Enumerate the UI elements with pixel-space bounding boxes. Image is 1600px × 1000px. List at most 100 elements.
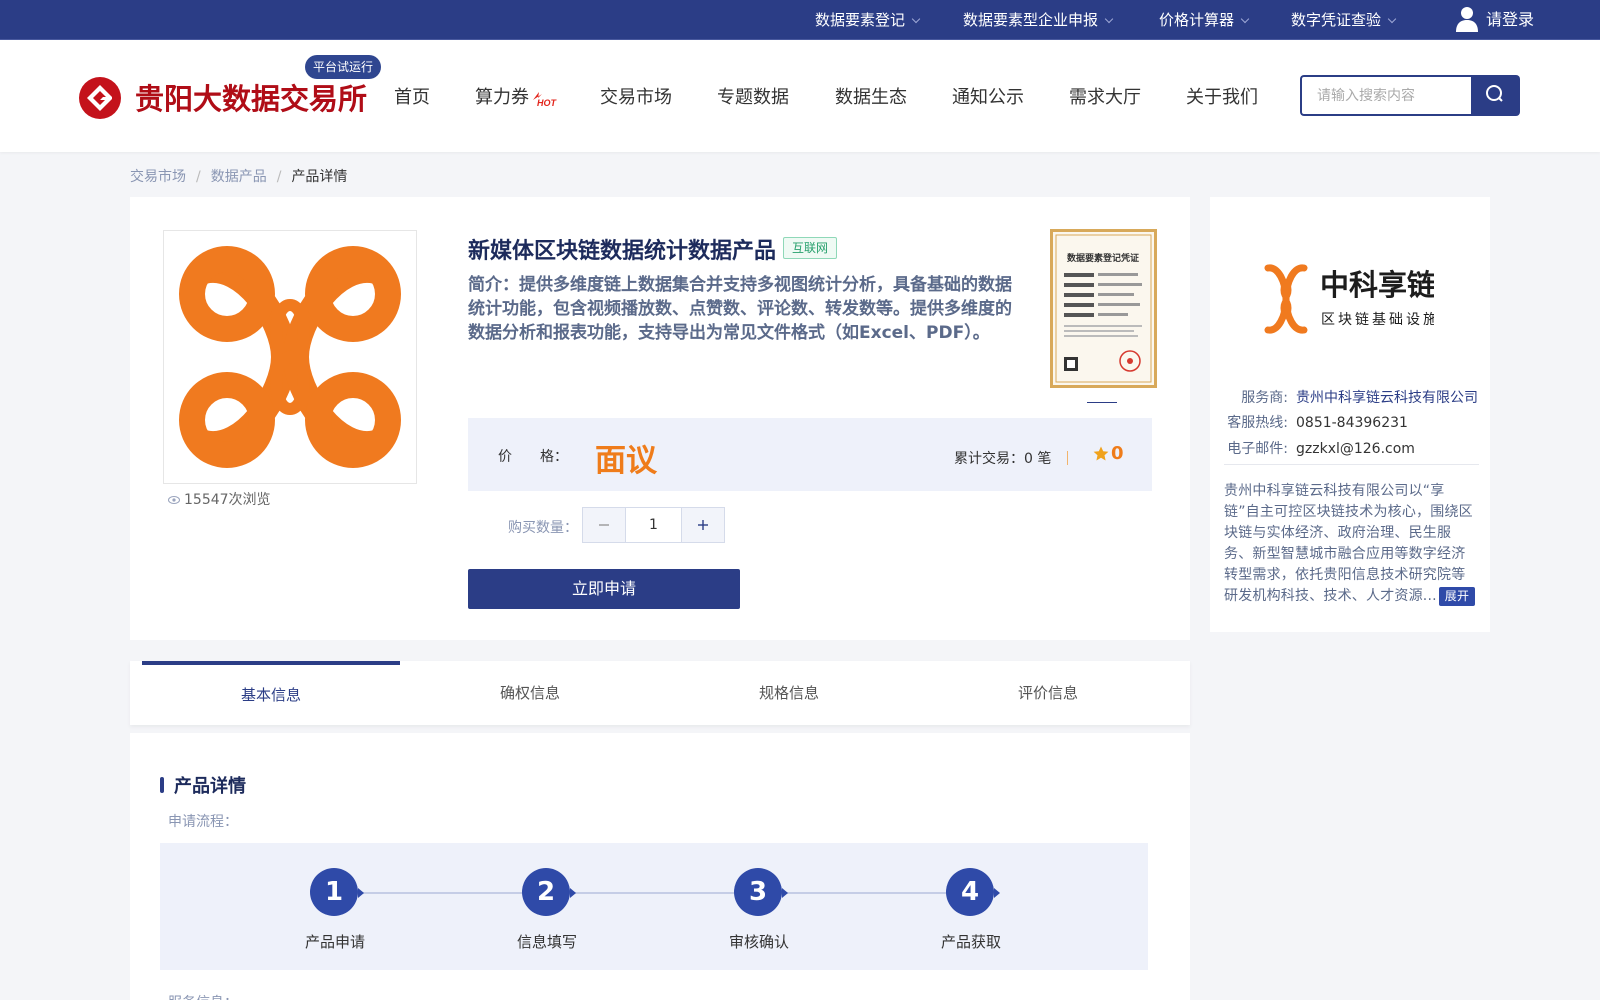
view-count-text: 15547次浏览 — [184, 492, 271, 508]
carousel-indicator[interactable] — [1087, 402, 1117, 403]
rating-score: 0 — [1111, 443, 1124, 464]
cumulative-trades: 累计交易：0 笔 — [954, 448, 1051, 468]
tab-basic-info[interactable]: 基本信息 — [142, 661, 400, 725]
divider — [1067, 451, 1068, 465]
vendor-label: 服务商: — [1241, 390, 1288, 406]
tab-review-info[interactable]: 评价信息 — [919, 661, 1177, 725]
email-row: 电子邮件: gzzkxl@126.com — [1224, 438, 1415, 458]
nav-data-ecosystem[interactable]: 数据生态 — [835, 83, 907, 109]
provider-description: 贵州中科享链云科技有限公司以“享链”自主可控区块链技术为核心，围绕区块链与实体经… — [1224, 481, 1478, 607]
breadcrumb-separator: / — [276, 169, 282, 185]
product-intro: 简介：提供多维度链上数据集合并支持多视图统计分析，具备基础的数据统计功能，包含视… — [468, 275, 1012, 343]
section-marker — [160, 777, 164, 793]
hotline-value: 0851-84396231 — [1296, 415, 1408, 431]
svg-text:HOT: HOT — [537, 98, 557, 108]
product-title: 新媒体区块链数据统计数据产品 — [468, 239, 777, 264]
expand-button[interactable]: 展开 — [1438, 587, 1476, 606]
detail-tabs: 基本信息 确权信息 规格信息 评价信息 — [130, 661, 1190, 725]
price-value: 面议 — [595, 443, 657, 479]
vendor-row: 服务商: 贵州中科享链云科技有限公司 — [1224, 387, 1478, 407]
divider — [1224, 464, 1479, 465]
chevron-down-icon — [1104, 14, 1114, 24]
step-label: 产品获取 — [940, 933, 1001, 951]
chevron-down-icon — [1387, 14, 1397, 24]
increase-button[interactable] — [682, 508, 724, 542]
login-link[interactable]: 请登录 — [1486, 0, 1534, 40]
view-count: 15547次浏览 — [168, 489, 271, 509]
brand-logo-icon[interactable] — [79, 77, 121, 119]
provider-logo: 中科享链 区块链基础设施 — [1264, 264, 1434, 334]
certificate-thumbnail[interactable]: 数据要素登记凭证 — [1050, 229, 1157, 388]
user-icon[interactable] — [1456, 6, 1478, 32]
topbar-enterprise-declaration[interactable]: 数据要素型企业申报 — [963, 0, 1114, 40]
trade-unit: 笔 — [1037, 451, 1052, 467]
chevron-down-icon — [1240, 14, 1250, 24]
trade-count: 0 — [1024, 451, 1033, 467]
flow-label: 申请流程： — [168, 814, 238, 830]
hot-badge-icon: HOT — [533, 92, 557, 108]
step-badge: 3 — [734, 868, 788, 916]
tab-spec-info[interactable]: 规格信息 — [660, 661, 918, 725]
step-label: 产品申请 — [304, 933, 365, 951]
industry-tag: 互联网 — [783, 237, 838, 259]
search-icon — [1486, 85, 1503, 102]
chevron-down-icon — [911, 14, 921, 24]
price-label: 价 格： — [498, 449, 568, 465]
eye-icon — [168, 496, 180, 504]
search-input[interactable] — [1300, 75, 1472, 116]
hotline-row: 客服热线: 0851-84396231 — [1224, 412, 1408, 432]
nav-topic-data[interactable]: 专题数据 — [717, 83, 789, 109]
brand-name[interactable]: 贵阳大数据交易所 — [135, 76, 367, 118]
breadcrumb-current: 产品详情 — [291, 169, 348, 185]
email-value: gzzkxl@126.com — [1296, 441, 1415, 457]
minus-icon — [599, 524, 609, 526]
provider-description-text: 贵州中科享链云科技有限公司以“享链”自主可控区块链技术为核心，围绕区块链与实体经… — [1224, 483, 1473, 604]
step-badge: 4 — [946, 868, 1000, 916]
topbar-item-label: 数据要素登记 — [815, 11, 906, 29]
product-logo-icon — [179, 246, 401, 468]
svg-text:区块链基础设施: 区块链基础设施 — [1321, 311, 1434, 328]
tab-ownership-info[interactable]: 确权信息 — [401, 661, 659, 725]
section-title: 产品详情 — [174, 776, 246, 797]
decrease-button[interactable] — [583, 508, 625, 542]
quantity-stepper: 1 — [582, 507, 725, 543]
nav-trading-market[interactable]: 交易市场 — [600, 83, 672, 109]
step-label: 信息填写 — [516, 933, 577, 951]
topbar-certificate-check[interactable]: 数字凭证查验 — [1291, 0, 1397, 40]
trade-label: 累计交易： — [954, 451, 1024, 467]
search-button[interactable] — [1471, 75, 1520, 116]
topbar-item-label: 价格计算器 — [1159, 11, 1235, 29]
breadcrumb: 交易市场 / 数据产品 / 产品详情 — [130, 166, 353, 186]
vendor-link[interactable]: 贵州中科享链云科技有限公司 — [1296, 390, 1478, 406]
main-header: 贵阳大数据交易所 平台试运行 首页 算力券 HOT 交易市场 专题数据 数据生态… — [0, 40, 1600, 152]
plus-icon — [698, 520, 708, 530]
breadcrumb-market[interactable]: 交易市场 — [130, 169, 186, 185]
quantity-input[interactable]: 1 — [625, 508, 682, 542]
flow-connector — [357, 892, 969, 894]
nav-compute-voucher[interactable]: 算力券 — [475, 83, 529, 109]
svg-text:数据要素登记凭证: 数据要素登记凭证 — [1067, 252, 1139, 264]
topbar-item-label: 数据要素型企业申报 — [963, 11, 1099, 29]
topbar-price-calculator[interactable]: 价格计算器 — [1159, 0, 1250, 40]
product-image — [163, 230, 417, 484]
svg-text:中科享链: 中科享链 — [1320, 268, 1434, 302]
topbar-item-label: 数字凭证查验 — [1291, 11, 1382, 29]
step-badge: 2 — [522, 868, 576, 916]
nav-notices[interactable]: 通知公示 — [952, 83, 1024, 109]
nav-demand-hall[interactable]: 需求大厅 — [1069, 83, 1141, 109]
service-info-label: 服务信息： — [168, 992, 238, 1000]
step-label: 审核确认 — [728, 933, 789, 951]
apply-now-button[interactable]: 立即申请 — [468, 569, 740, 609]
top-bar: 数据要素登记 数据要素型企业申报 价格计算器 数字凭证查验 请登录 — [0, 0, 1600, 40]
star-icon — [1093, 446, 1109, 461]
breadcrumb-data-products[interactable]: 数据产品 — [211, 169, 267, 185]
topbar-data-registration[interactable]: 数据要素登记 — [815, 0, 921, 40]
hotline-label: 客服热线: — [1227, 415, 1288, 431]
quantity-label: 购买数量： — [508, 520, 578, 536]
trial-badge: 平台试运行 — [305, 55, 382, 79]
email-label: 电子邮件: — [1227, 441, 1288, 457]
step-badge: 1 — [310, 868, 364, 916]
nav-home[interactable]: 首页 — [394, 83, 430, 109]
breadcrumb-separator: / — [196, 169, 201, 185]
nav-about-us[interactable]: 关于我们 — [1186, 83, 1258, 109]
